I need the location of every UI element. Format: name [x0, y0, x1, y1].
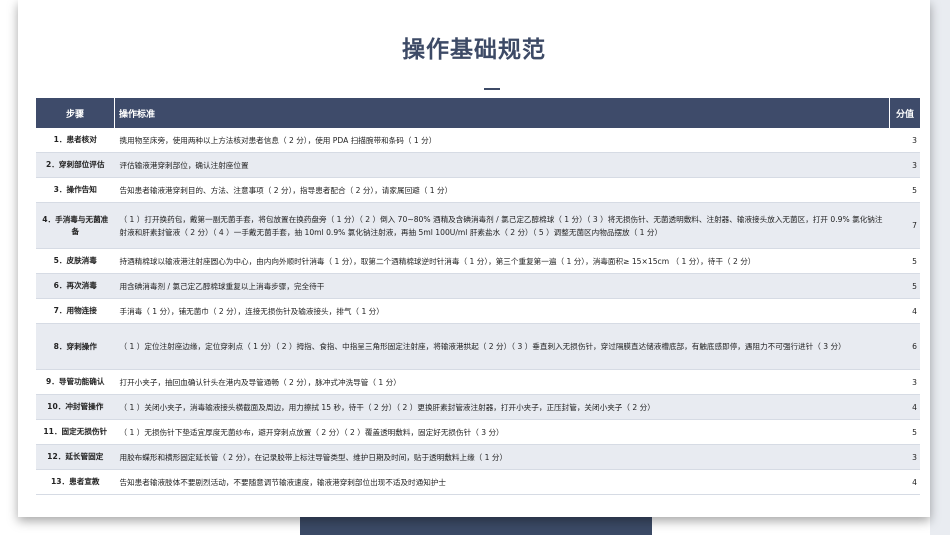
row-standard: 持酒精棉球以输液港注射座圆心为中心，由内向外顺时针消毒（ 1 分），取第二个酒精…	[114, 248, 890, 274]
row-step: 9．导管功能确认	[36, 369, 115, 395]
row-step: 8．穿刺操作	[36, 323, 115, 370]
row-standard: （ 1 ）打开换药包，戴第一副无菌手套，将包放置在换药盘旁（ 1 分）（ 2 ）…	[114, 202, 890, 249]
background-edge	[930, 0, 950, 535]
table-row: 13．患者宣教 告知患者输液肢体不要剧烈活动，不要随意调节输液速度，输液港穿刺部…	[36, 469, 920, 495]
table-row: 4．手消毒与无菌准备 （ 1 ）打开换药包，戴第一副无菌手套，将包放置在换药盘旁…	[36, 202, 920, 249]
row-score: 7	[889, 202, 920, 249]
row-score: 3	[889, 444, 920, 470]
row-step: 2．穿刺部位评估	[36, 152, 115, 178]
row-step: 6．再次消毒	[36, 273, 115, 299]
table-row: 11．固定无损伤针 （ 1 ）无损伤针下垫适宜厚度无菌纱布，避开穿刺点放置（ 2…	[36, 419, 920, 445]
header-standard: 操作标准	[114, 98, 890, 128]
row-standard: （ 1 ）关闭小夹子，消毒输液接头横截面及周边，用力擦拭 15 秒，待干（ 2 …	[114, 394, 890, 420]
table-header-row: 步骤 操作标准 分值	[36, 98, 920, 128]
table-row: 12．延长管固定 用胶布蝶形和横形固定延长管（ 2 分），在记录胶带上标注导管类…	[36, 444, 920, 470]
row-standard: 用含碘消毒剂 / 氯己定乙醇棉球重复以上消毒步骤，完全待干	[114, 273, 890, 299]
row-step: 13．患者宣教	[36, 469, 115, 495]
table-row: 9．导管功能确认 打开小夹子，抽回血确认针头在港内及导管通畅（ 2 分），脉冲式…	[36, 369, 920, 395]
table-row: 6．再次消毒 用含碘消毒剂 / 氯己定乙醇棉球重复以上消毒步骤，完全待干 5	[36, 273, 920, 299]
table-row: 2．穿刺部位评估 评估输液港穿刺部位，确认注射座位置 3	[36, 152, 920, 178]
row-score: 3	[889, 369, 920, 395]
row-step: 12．延长管固定	[36, 444, 115, 470]
row-score: 3	[889, 128, 920, 153]
row-step: 10．冲封管操作	[36, 394, 115, 420]
row-standard: （ 1 ）定位注射座边缘，定位穿刺点（ 1 分）（ 2 ）拇指、食指、中指呈三角…	[114, 323, 890, 370]
row-score: 3	[889, 152, 920, 178]
row-score: 6	[889, 323, 920, 370]
row-standard: 携用物至床旁，使用两种以上方法核对患者信息（ 2 分），使用 PDA 扫描腕带和…	[114, 128, 890, 153]
row-standard: 手消毒（ 1 分），铺无菌巾（ 2 分），连接无损伤针及输液接头，排气（ 1 分…	[114, 298, 890, 324]
row-step: 5．皮肤消毒	[36, 248, 115, 274]
row-step: 1．患者核对	[36, 128, 115, 153]
row-score: 5	[889, 419, 920, 445]
table-row: 10．冲封管操作 （ 1 ）关闭小夹子，消毒输液接头横截面及周边，用力擦拭 15…	[36, 394, 920, 420]
row-step: 11．固定无损伤针	[36, 419, 115, 445]
row-score: 4	[889, 298, 920, 324]
header-step: 步骤	[36, 98, 115, 128]
title-underline	[484, 88, 500, 90]
row-standard: 用胶布蝶形和横形固定延长管（ 2 分），在记录胶带上标注导管类型、维护日期及时间…	[114, 444, 890, 470]
row-standard: （ 1 ）无损伤针下垫适宜厚度无菌纱布，避开穿刺点放置（ 2 分）（ 2 ）覆盖…	[114, 419, 890, 445]
row-score: 4	[889, 394, 920, 420]
row-score: 5	[889, 177, 920, 203]
table-row: 5．皮肤消毒 持酒精棉球以输液港注射座圆心为中心，由内向外顺时针消毒（ 1 分）…	[36, 248, 920, 274]
row-standard: 打开小夹子，抽回血确认针头在港内及导管通畅（ 2 分），脉冲式冲洗导管（ 1 分…	[114, 369, 890, 395]
row-step: 4．手消毒与无菌准备	[36, 202, 115, 249]
row-standard: 告知患者输液肢体不要剧烈活动，不要随意调节输液速度，输液港穿刺部位出现不适及时通…	[114, 469, 890, 495]
page-title: 操作基础规范	[402, 37, 546, 63]
row-score: 4	[889, 469, 920, 495]
row-score: 5	[889, 273, 920, 299]
table-row: 1．患者核对 携用物至床旁，使用两种以上方法核对患者信息（ 2 分），使用 PD…	[36, 128, 920, 153]
row-step: 3．操作告知	[36, 177, 115, 203]
table-row: 7．用物连接 手消毒（ 1 分），铺无菌巾（ 2 分），连接无损伤针及输液接头，…	[36, 298, 920, 324]
row-score: 5	[889, 248, 920, 274]
row-step: 7．用物连接	[36, 298, 115, 324]
table-row: 8．穿刺操作 （ 1 ）定位注射座边缘，定位穿刺点（ 1 分）（ 2 ）拇指、食…	[36, 323, 920, 370]
table-row: 3．操作告知 告知患者输液港穿刺目的、方法、注意事项（ 2 分），指导患者配合（…	[36, 177, 920, 203]
row-standard: 告知患者输液港穿刺目的、方法、注意事项（ 2 分），指导患者配合（ 2 分），请…	[114, 177, 890, 203]
row-standard: 评估输液港穿刺部位，确认注射座位置	[114, 152, 890, 178]
procedure-table: 步骤 操作标准 分值 1．患者核对 携用物至床旁，使用两种以上方法核对患者信息（…	[36, 98, 920, 495]
header-score: 分值	[889, 98, 920, 128]
